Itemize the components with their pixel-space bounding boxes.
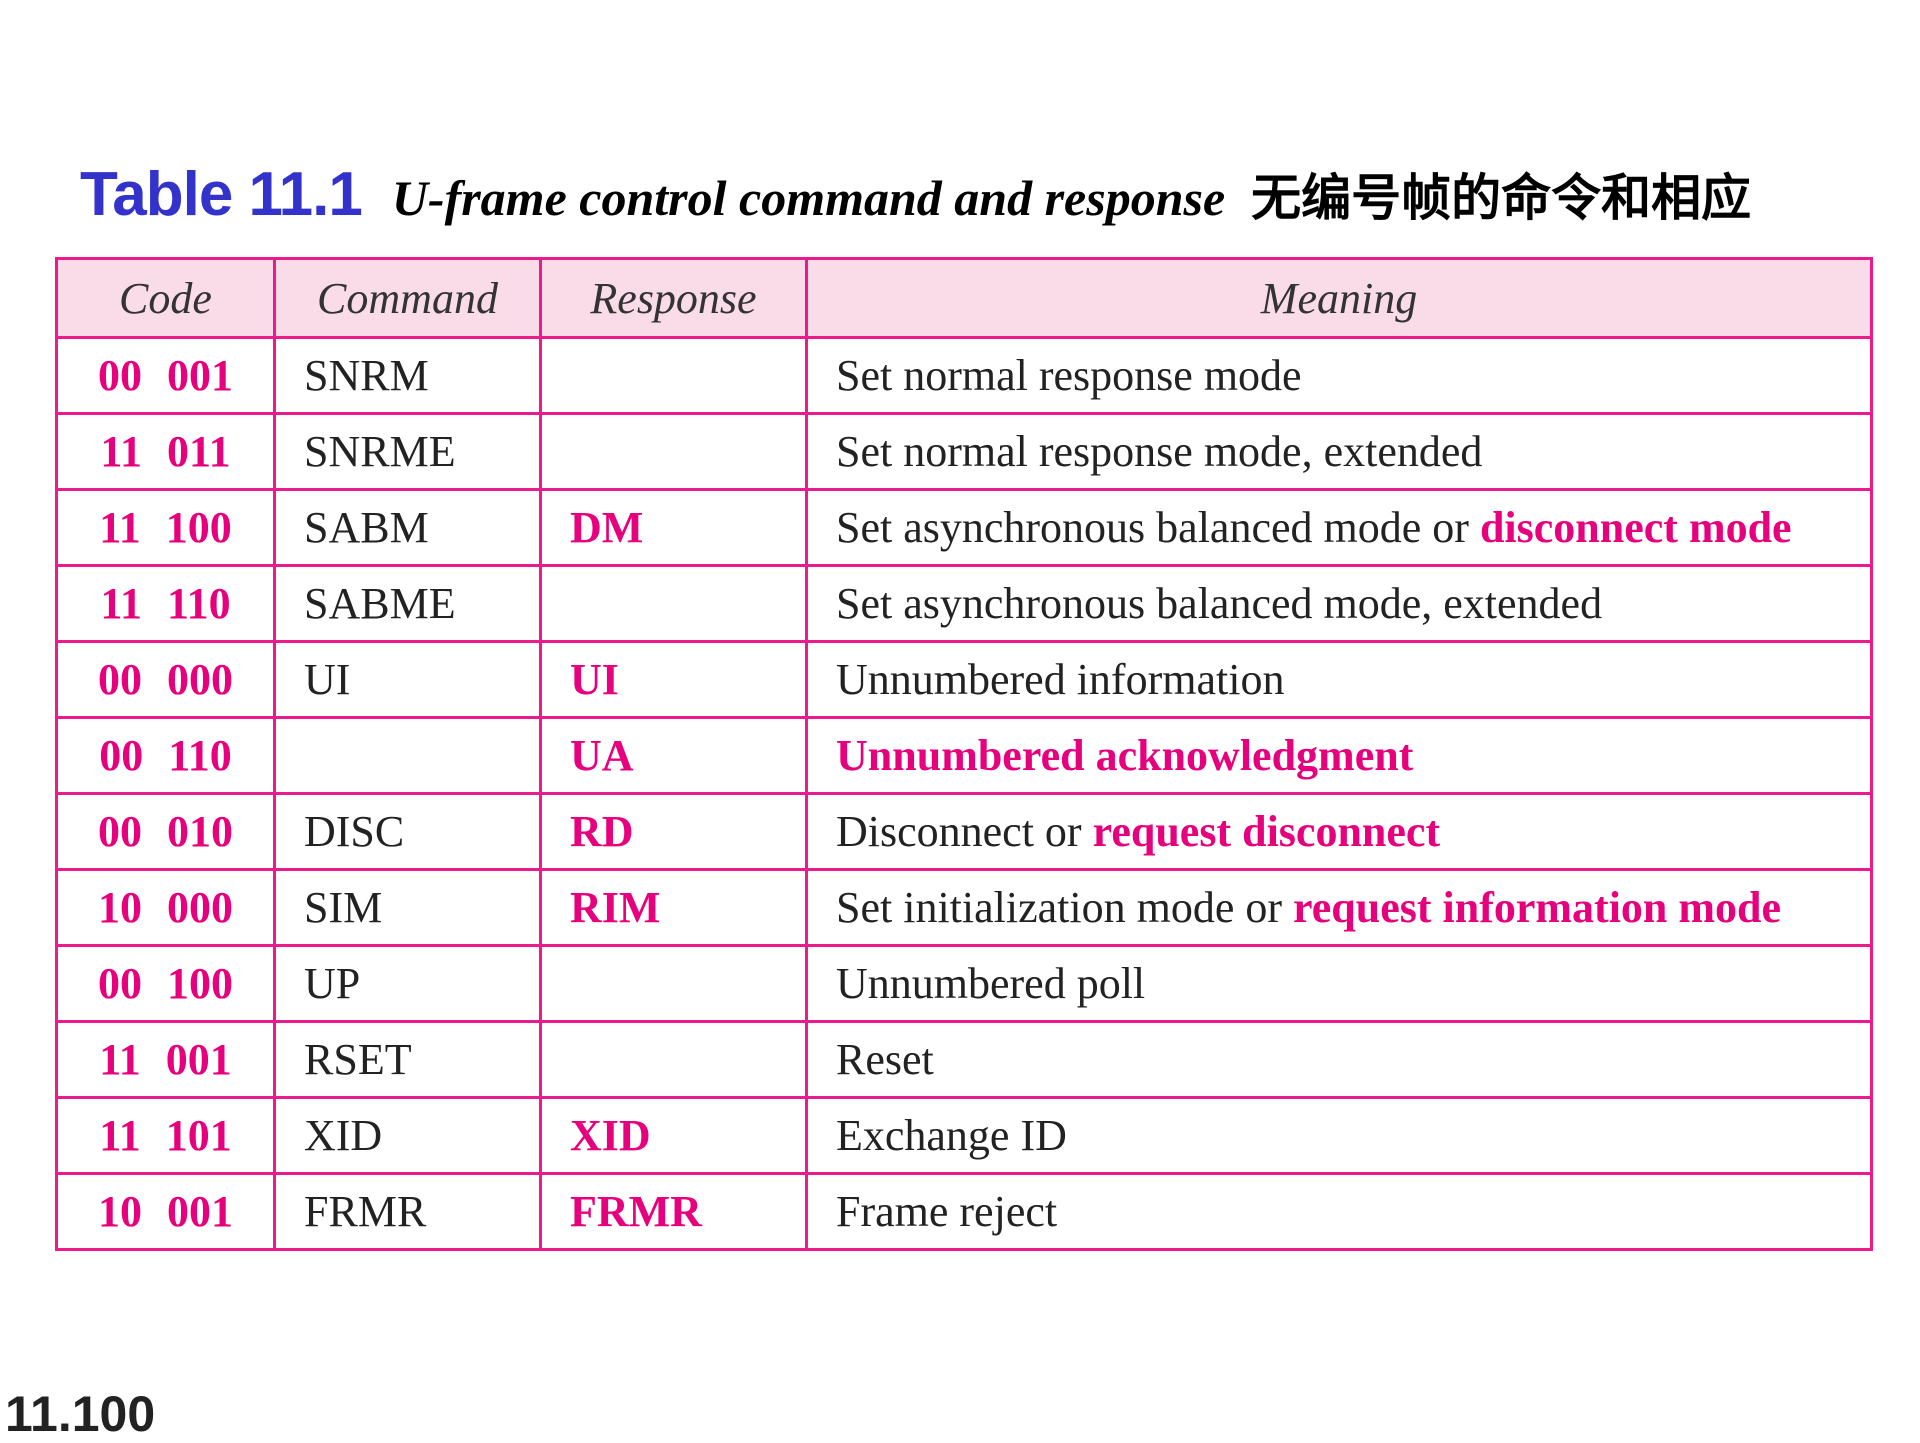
header-response: Response bbox=[539, 257, 808, 339]
meaning-text: Unnumbered poll bbox=[836, 959, 1146, 1008]
code-cell: 11 001 bbox=[55, 1020, 276, 1099]
meaning-text: Set asynchronous balanced mode or bbox=[836, 503, 1480, 552]
meaning-cell: Reset bbox=[805, 1020, 1873, 1099]
table-row: 11 100 SABM DM Set asynchronous balanced… bbox=[55, 488, 1873, 567]
code-cell: 00 000 bbox=[55, 640, 276, 719]
meaning-text: Unnumbered information bbox=[836, 655, 1285, 704]
u-frame-table: Code Command Response Meaning 00 001 SNR… bbox=[55, 257, 1873, 1251]
response-cell: XID bbox=[539, 1096, 808, 1175]
meaning-cell: Frame reject bbox=[805, 1172, 1873, 1251]
response-cell: DM bbox=[539, 488, 808, 567]
meaning-highlight: disconnect mode bbox=[1479, 503, 1792, 552]
response-cell: UI bbox=[539, 640, 808, 719]
table-title: Table 11.1 U-frame control command and re… bbox=[80, 158, 1751, 230]
response-cell bbox=[539, 412, 808, 491]
response-cell bbox=[539, 1020, 808, 1099]
meaning-highlight: request disconnect bbox=[1092, 807, 1441, 856]
code-cell: 10 001 bbox=[55, 1172, 276, 1251]
table-number: Table 11.1 bbox=[80, 160, 363, 229]
meaning-text: Disconnect or bbox=[836, 807, 1093, 856]
code-cell: 11 100 bbox=[55, 488, 276, 567]
header-meaning: Meaning bbox=[805, 257, 1873, 339]
code-cell: 11 110 bbox=[55, 564, 276, 643]
code-cell: 11 101 bbox=[55, 1096, 276, 1175]
table-row: 10 000 SIM RIM Set initialization mode o… bbox=[55, 868, 1873, 947]
meaning-text: Frame reject bbox=[836, 1187, 1058, 1236]
meaning-cell: Set asynchronous balanced mode or discon… bbox=[805, 488, 1873, 567]
response-cell: UA bbox=[539, 716, 808, 795]
response-cell: FRMR bbox=[539, 1172, 808, 1251]
command-cell: SNRM bbox=[273, 336, 542, 415]
response-cell: RD bbox=[539, 792, 808, 871]
command-cell bbox=[273, 716, 542, 795]
code-cell: 11 011 bbox=[55, 412, 276, 491]
code-cell: 00 100 bbox=[55, 944, 276, 1023]
slide-number: 11.100 bbox=[5, 1386, 156, 1442]
command-cell: RSET bbox=[273, 1020, 542, 1099]
header-command: Command bbox=[273, 257, 542, 339]
table-row: 10 001 FRMR FRMR Frame reject bbox=[55, 1172, 1873, 1251]
response-cell bbox=[539, 564, 808, 643]
meaning-cell: Unnumbered information bbox=[805, 640, 1873, 719]
table-caption: U-frame control command and response bbox=[391, 170, 1226, 226]
command-cell: FRMR bbox=[273, 1172, 542, 1251]
header-code: Code bbox=[55, 257, 276, 339]
command-cell: UP bbox=[273, 944, 542, 1023]
meaning-cell: Unnumbered poll bbox=[805, 944, 1873, 1023]
meaning-cell: Set normal response mode bbox=[805, 336, 1873, 415]
meaning-cell: Set asynchronous balanced mode, extended bbox=[805, 564, 1873, 643]
meaning-cell: Disconnect or request disconnect bbox=[805, 792, 1873, 871]
meaning-text: Exchange ID bbox=[836, 1111, 1067, 1160]
meaning-text: Set asynchronous balanced mode, extended bbox=[836, 579, 1603, 628]
command-cell: DISC bbox=[273, 792, 542, 871]
meaning-cell: Exchange ID bbox=[805, 1096, 1873, 1175]
command-cell: UI bbox=[273, 640, 542, 719]
command-cell: SIM bbox=[273, 868, 542, 947]
table-caption-chinese: 无编号帧的命令和相应 bbox=[1251, 169, 1752, 227]
code-cell: 10 000 bbox=[55, 868, 276, 947]
command-cell: SABM bbox=[273, 488, 542, 567]
meaning-text: Set initialization mode or bbox=[836, 883, 1294, 932]
table-row: 00 001 SNRM Set normal response mode bbox=[55, 336, 1873, 415]
code-cell: 00 110 bbox=[55, 716, 276, 795]
meaning-highlight: request information mode bbox=[1293, 883, 1782, 932]
response-cell bbox=[539, 336, 808, 415]
meaning-cell: Set normal response mode, extended bbox=[805, 412, 1873, 491]
table-row: 00 110 UA Unnumbered acknowledgment bbox=[55, 716, 1873, 795]
table-row: 00 010 DISC RD Disconnect or request dis… bbox=[55, 792, 1873, 871]
meaning-text: Reset bbox=[836, 1035, 934, 1084]
header-row: Code Command Response Meaning bbox=[55, 257, 1873, 339]
response-cell bbox=[539, 944, 808, 1023]
table-row: 11 110 SABME Set asynchronous balanced m… bbox=[55, 564, 1873, 643]
meaning-highlight: Unnumbered acknowledgment bbox=[836, 731, 1414, 780]
meaning-cell: Set initialization mode or request infor… bbox=[805, 868, 1873, 947]
response-cell: RIM bbox=[539, 868, 808, 947]
code-cell: 00 010 bbox=[55, 792, 276, 871]
command-cell: XID bbox=[273, 1096, 542, 1175]
table-row: 11 011 SNRME Set normal response mode, e… bbox=[55, 412, 1873, 491]
table-row: 11 101 XID XID Exchange ID bbox=[55, 1096, 1873, 1175]
meaning-text: Set normal response mode bbox=[836, 351, 1302, 400]
command-cell: SABME bbox=[273, 564, 542, 643]
table-row: 11 001 RSET Reset bbox=[55, 1020, 1873, 1099]
meaning-cell: Unnumbered acknowledgment bbox=[805, 716, 1873, 795]
table-row: 00 000 UI UI Unnumbered information bbox=[55, 640, 1873, 719]
command-cell: SNRME bbox=[273, 412, 542, 491]
code-cell: 00 001 bbox=[55, 336, 276, 415]
table-row: 00 100 UP Unnumbered poll bbox=[55, 944, 1873, 1023]
meaning-text: Set normal response mode, extended bbox=[836, 427, 1483, 476]
